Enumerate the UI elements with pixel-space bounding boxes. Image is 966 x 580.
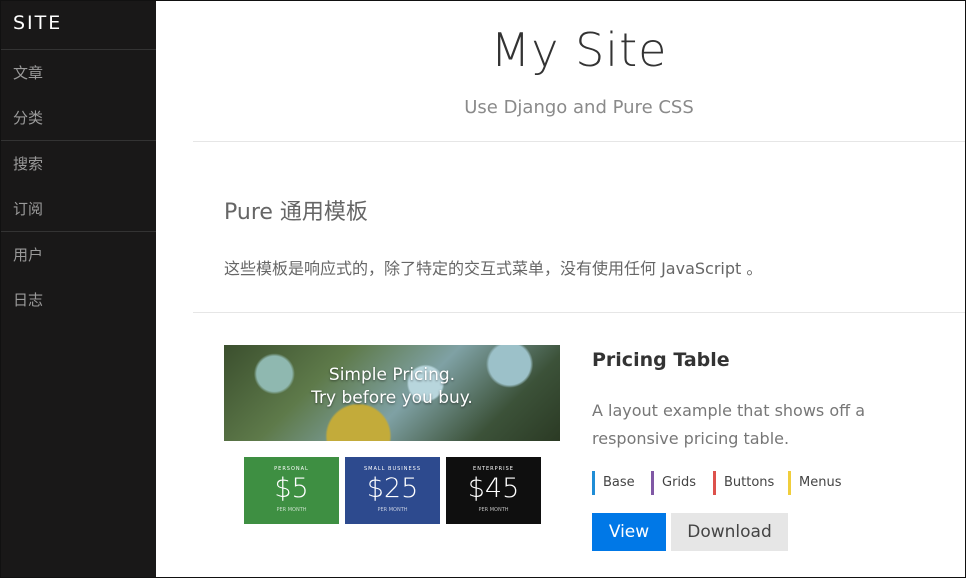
menu-item-subscribe[interactable]: 订阅 [1, 186, 156, 231]
menu-item-users[interactable]: 用户 [1, 232, 156, 277]
tag-menus: Menus [788, 471, 841, 495]
plan-period: PER MONTH [478, 507, 509, 513]
plan-name: SMALL BUSINESS [363, 466, 422, 472]
hero-line-1: Simple Pricing. [328, 365, 456, 385]
plan-price: $5 [274, 473, 309, 504]
example-title: Pricing Table [592, 349, 730, 371]
preview-hero: Simple Pricing. Try before you buy. [224, 345, 560, 441]
plan-name: PERSONAL [274, 466, 309, 472]
menu-item-categories[interactable]: 分类 [1, 95, 156, 140]
intro-text: 这些模板是响应式的，除了特定的交互式菜单，没有使用任何 JavaScript 。 [224, 259, 763, 278]
plan-period: PER MONTH [276, 507, 307, 513]
tag-base: Base [592, 471, 635, 495]
download-button[interactable]: Download [671, 513, 788, 551]
menu-item-search[interactable]: 搜索 [1, 141, 156, 186]
price-card-small-business: SMALL BUSINESS $25 PER MONTH [345, 457, 440, 524]
tag-buttons: Buttons [713, 471, 774, 495]
price-card-personal: PERSONAL $5 PER MONTH [244, 457, 339, 524]
example-pricing-table: Simple Pricing. Try before you buy. PERS… [193, 313, 965, 577]
example-preview-image[interactable]: Simple Pricing. Try before you buy. PERS… [224, 345, 560, 527]
site-header: My Site Use Django and Pure CSS [193, 1, 965, 142]
sidebar: SITE 文章 分类 搜索 订阅 用户 日志 [1, 1, 156, 577]
site-subtitle: Use Django and Pure CSS [464, 97, 694, 118]
plan-name: ENTERPRISE [473, 466, 514, 472]
view-button[interactable]: View [592, 513, 666, 551]
plan-period: PER MONTH [377, 507, 408, 513]
main-content: My Site Use Django and Pure CSS Pure 通用模… [157, 1, 965, 577]
tag-grids: Grids [651, 471, 696, 495]
page-frame: SITE 文章 分类 搜索 订阅 用户 日志 My Site Use Djang… [0, 0, 966, 578]
intro-section: Pure 通用模板 这些模板是响应式的，除了特定的交互式菜单，没有使用任何 Ja… [193, 142, 965, 313]
price-card-enterprise: ENTERPRISE $45 PER MONTH [446, 457, 541, 524]
example-description: A layout example that shows off a respon… [592, 401, 866, 448]
intro-heading: Pure 通用模板 [224, 200, 368, 225]
menu-group-2: 搜索 订阅 [1, 141, 156, 232]
menu-item-logs[interactable]: 日志 [1, 277, 156, 322]
hero-line-2: Try before you buy. [311, 388, 473, 408]
brand-logo[interactable]: SITE [1, 1, 156, 50]
example-info: Pricing Table A layout example that show… [592, 313, 932, 577]
site-title: My Site [490, 23, 668, 77]
plan-price: $25 [366, 473, 419, 504]
menu-item-articles[interactable]: 文章 [1, 50, 156, 95]
menu-group-3: 用户 日志 [1, 232, 156, 322]
plan-price: $45 [467, 473, 520, 504]
menu-group-1: 文章 分类 [1, 50, 156, 141]
